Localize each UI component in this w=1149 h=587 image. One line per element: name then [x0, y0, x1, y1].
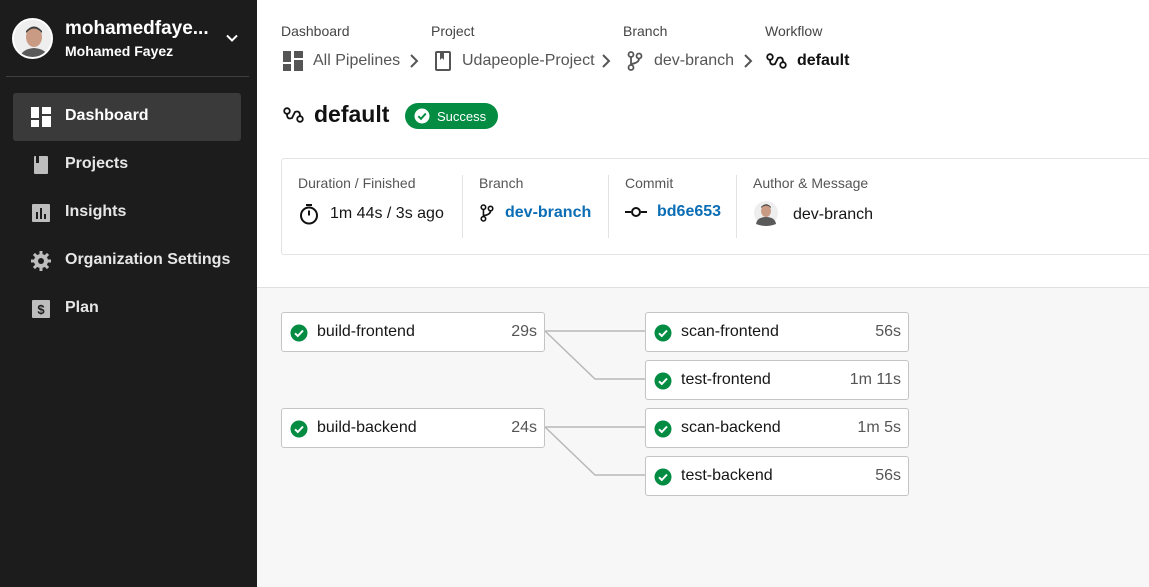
- commit-heading: Commit: [625, 175, 674, 191]
- commit-icon: [625, 207, 647, 217]
- job-duration: 1m 11s: [849, 371, 901, 388]
- branch-link[interactable]: dev-branch: [505, 204, 591, 222]
- job-name: scan-frontend: [681, 323, 779, 340]
- job-name: build-frontend: [317, 323, 415, 340]
- user-full-name: Mohamed Fayez: [65, 43, 174, 59]
- sidebar: mohamedfaye... Mohamed Fayez Dashboard P…: [0, 0, 257, 587]
- author-avatar: [754, 201, 778, 226]
- breadcrumb-heading: Dashboard: [281, 23, 350, 39]
- divider: [608, 175, 609, 238]
- duration-heading: Duration / Finished: [298, 175, 416, 191]
- sidebar-item-label: Dashboard: [65, 107, 149, 124]
- check-circle-icon: [654, 324, 672, 342]
- dashboard-icon: [31, 107, 51, 127]
- sidebar-item-insights[interactable]: Insights: [13, 189, 241, 237]
- avatar: [12, 18, 53, 59]
- branch-icon: [480, 204, 494, 222]
- job-duration: 1m 5s: [857, 419, 901, 436]
- duration-value: 1m 44s / 3s ago: [330, 205, 444, 222]
- workflow-meta-panel: Duration / Finished 1m 44s / 3s ago Bran…: [281, 158, 1149, 255]
- dollar-icon: $: [32, 300, 50, 318]
- branch-heading: Branch: [479, 175, 524, 191]
- page-title: default: [283, 101, 389, 128]
- branch-icon: [627, 51, 643, 71]
- status-label: Success: [437, 108, 487, 124]
- breadcrumb-heading: Project: [431, 23, 475, 39]
- workflow-header: Dashboard Project Branch Workflow All Pi…: [257, 0, 1149, 288]
- chevron-down-icon[interactable]: [224, 30, 240, 46]
- divider: [462, 175, 463, 238]
- breadcrumb-heading: Workflow: [765, 23, 823, 39]
- sidebar-item-dashboard[interactable]: Dashboard: [13, 93, 241, 141]
- gear-icon: [31, 251, 51, 271]
- check-circle-icon: [290, 420, 308, 438]
- check-circle-icon: [290, 324, 308, 342]
- workflow-graph: build-frontend 29s scan-frontend 56s tes…: [257, 289, 1149, 587]
- sidebar-item-plan[interactable]: $ Plan: [13, 285, 241, 333]
- job-name: scan-backend: [681, 419, 781, 436]
- commit-link[interactable]: bd6e653: [657, 203, 721, 221]
- pipelines-icon: [283, 51, 303, 71]
- stopwatch-icon: [300, 204, 318, 225]
- job-scan-backend[interactable]: scan-backend 1m 5s: [645, 408, 909, 448]
- breadcrumb-project[interactable]: Udapeople-Project: [434, 50, 595, 72]
- workflow-icon: [283, 106, 304, 123]
- sidebar-item-label: Plan: [65, 299, 99, 316]
- author-column: Author & Message dev-branch: [753, 175, 873, 239]
- job-test-backend[interactable]: test-backend 56s: [645, 456, 909, 496]
- author-heading: Author & Message: [753, 175, 869, 191]
- username: mohamedfaye...: [65, 18, 209, 39]
- job-build-frontend[interactable]: build-frontend 29s: [281, 312, 545, 352]
- job-build-backend[interactable]: build-backend 24s: [281, 408, 545, 448]
- breadcrumb-label: default: [797, 52, 850, 69]
- job-duration: 56s: [875, 467, 901, 484]
- duration-column: Duration / Finished 1m 44s / 3s ago: [298, 175, 444, 239]
- job-name: build-backend: [317, 419, 417, 436]
- svg-text:$: $: [37, 302, 45, 317]
- breadcrumb-all-pipelines[interactable]: All Pipelines: [283, 50, 400, 72]
- sidebar-item-organization-settings[interactable]: Organization Settings: [13, 237, 241, 285]
- status-badge: Success: [405, 103, 499, 129]
- job-duration: 29s: [511, 323, 537, 340]
- projects-icon: [34, 156, 48, 174]
- check-circle-icon: [654, 372, 672, 390]
- job-scan-frontend[interactable]: scan-frontend 56s: [645, 312, 909, 352]
- commit-column: Commit bd6e653: [625, 175, 721, 239]
- sidebar-item-label: Organization Settings: [65, 251, 231, 268]
- chevron-right-icon: [410, 54, 419, 68]
- branch-column: Branch dev-branch: [479, 175, 591, 239]
- sidebar-item-label: Insights: [65, 203, 127, 220]
- divider: [6, 76, 249, 77]
- bookmark-icon: [435, 51, 451, 71]
- job-name: test-frontend: [681, 371, 771, 388]
- breadcrumb-label: Udapeople-Project: [462, 52, 595, 69]
- divider: [736, 175, 737, 238]
- job-test-frontend[interactable]: test-frontend 1m 11s: [645, 360, 909, 400]
- commit-message: dev-branch: [793, 205, 874, 223]
- breadcrumb-label: dev-branch: [654, 52, 735, 69]
- breadcrumb-branch[interactable]: dev-branch: [626, 50, 734, 72]
- breadcrumb-label: All Pipelines: [313, 52, 401, 69]
- check-circle-icon: [654, 420, 672, 438]
- check-circle-icon: [414, 108, 430, 124]
- user-menu[interactable]: mohamedfaye... Mohamed Fayez: [12, 16, 248, 62]
- job-duration: 24s: [511, 419, 537, 436]
- chevron-right-icon: [602, 54, 611, 68]
- breadcrumb-workflow[interactable]: default: [766, 50, 849, 72]
- breadcrumb-heading: Branch: [623, 23, 668, 39]
- job-name: test-backend: [681, 467, 773, 484]
- job-duration: 56s: [875, 323, 901, 340]
- sidebar-item-label: Projects: [65, 155, 129, 172]
- chevron-right-icon: [744, 54, 753, 68]
- workflow-icon: [766, 53, 787, 69]
- sidebar-item-projects[interactable]: Projects: [13, 141, 241, 189]
- check-circle-icon: [654, 468, 672, 486]
- insights-icon: [32, 204, 50, 222]
- workflow-name: default: [314, 101, 390, 127]
